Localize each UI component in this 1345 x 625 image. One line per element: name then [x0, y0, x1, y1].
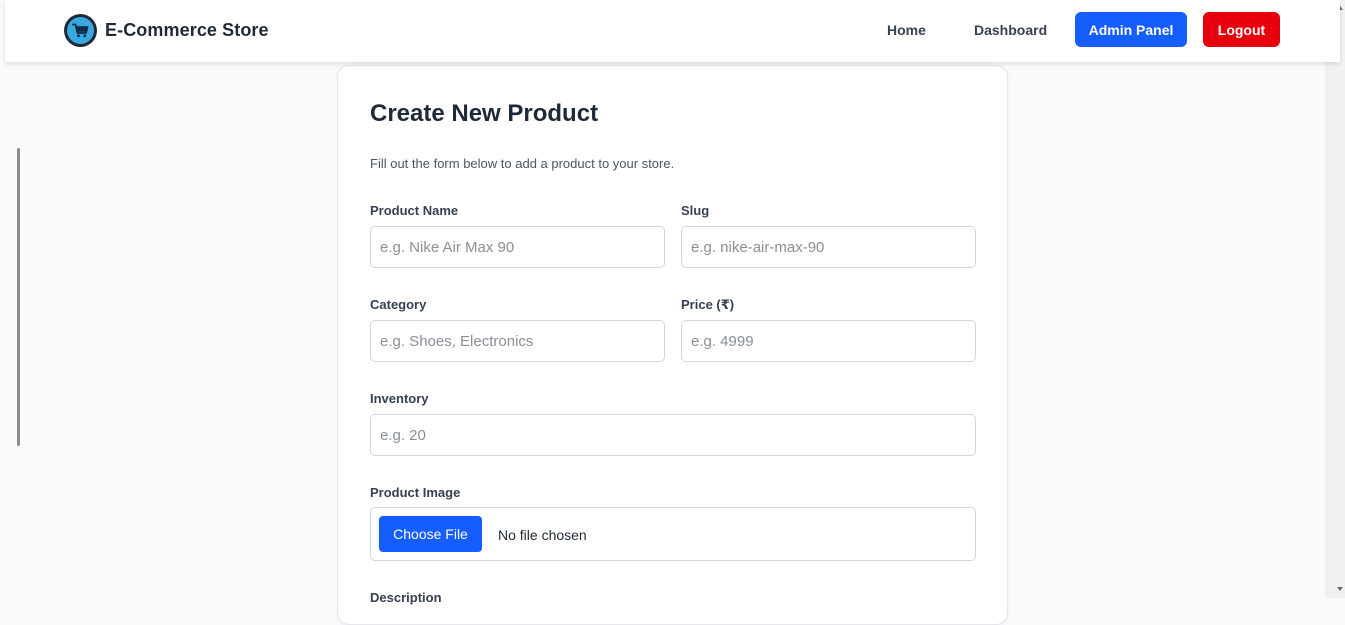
- product-name-input[interactable]: [370, 226, 665, 268]
- nav-dashboard-link[interactable]: Dashboard: [974, 22, 1047, 38]
- product-name-label: Product Name: [370, 203, 459, 218]
- product-image-label: Product Image: [370, 485, 461, 500]
- brand[interactable]: E-Commerce Store: [64, 14, 269, 47]
- top-navbar: E-Commerce Store Home Dashboard Admin Pa…: [5, 0, 1340, 62]
- shopping-cart-icon: [64, 14, 97, 47]
- logout-button[interactable]: Logout: [1203, 12, 1280, 47]
- admin-panel-button[interactable]: Admin Panel: [1075, 12, 1187, 47]
- category-label: Category: [370, 297, 427, 312]
- scroll-down-arrow-icon[interactable]: [1337, 587, 1343, 591]
- slug-input[interactable]: [681, 226, 976, 268]
- category-input[interactable]: [370, 320, 665, 362]
- choose-file-button[interactable]: Choose File: [379, 516, 482, 552]
- brand-name: E-Commerce Store: [105, 20, 269, 40]
- slug-label: Slug: [681, 203, 710, 218]
- file-status-text: No file chosen: [498, 527, 587, 543]
- price-label: Price (₹): [681, 297, 735, 312]
- page-title: Create New Product: [370, 100, 599, 127]
- inventory-label: Inventory: [370, 391, 429, 406]
- scrollbar-thumb[interactable]: [17, 148, 20, 446]
- create-product-card: Create New Product Fill out the form bel…: [337, 65, 1008, 625]
- page-scrollbar[interactable]: [1325, 0, 1345, 598]
- product-image-file-input[interactable]: Choose File No file chosen: [370, 507, 976, 561]
- price-input[interactable]: [681, 320, 976, 362]
- page-subtitle: Fill out the form below to add a product…: [370, 156, 675, 171]
- inventory-input[interactable]: [370, 414, 976, 456]
- nav-home-link[interactable]: Home: [887, 22, 926, 38]
